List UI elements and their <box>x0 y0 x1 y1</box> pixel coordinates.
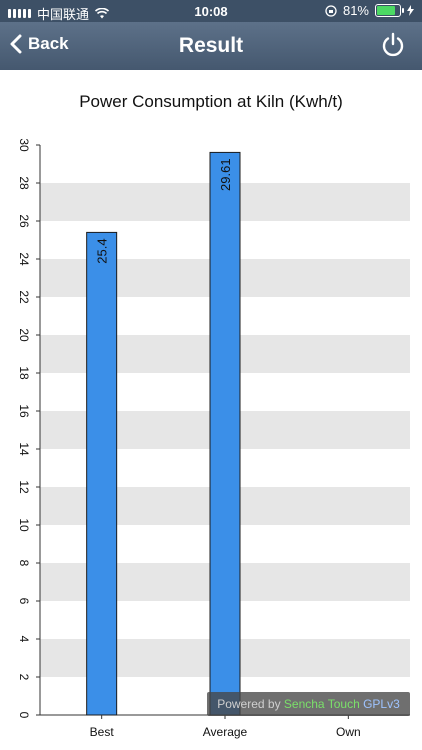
bar-data-label: 25.4 <box>95 238 110 263</box>
y-tick-label: 24 <box>17 252 31 266</box>
y-tick-label: 26 <box>17 214 31 228</box>
y-tick-label: 20 <box>17 328 31 342</box>
bar-chart: 02468101214161820222426283025.4Best29.61… <box>17 138 410 739</box>
bar-data-label: 29.61 <box>218 158 233 191</box>
powered-brand: Sencha Touch <box>283 697 360 711</box>
x-tick-label: Own <box>336 725 361 739</box>
y-tick-label: 30 <box>17 138 31 152</box>
y-tick-label: 2 <box>17 674 31 681</box>
powered-by-badge[interactable]: Powered by Sencha Touch GPLv3 <box>207 692 410 716</box>
x-tick-label: Average <box>203 725 248 739</box>
powered-license: GPLv3 <box>363 697 400 711</box>
bar-best <box>86 231 118 716</box>
y-tick-label: 6 <box>17 598 31 605</box>
y-tick-label: 4 <box>17 636 31 643</box>
y-tick-label: 10 <box>17 518 31 532</box>
powered-prefix: Powered by <box>217 697 284 711</box>
y-tick-label: 0 <box>17 712 31 719</box>
y-tick-label: 22 <box>17 290 31 304</box>
bar-average <box>209 151 241 716</box>
y-tick-label: 14 <box>17 442 31 456</box>
y-tick-label: 28 <box>17 176 31 190</box>
y-tick-label: 18 <box>17 366 31 380</box>
x-tick-label: Best <box>90 725 115 739</box>
y-tick-label: 16 <box>17 404 31 418</box>
y-tick-label: 12 <box>17 480 31 494</box>
y-tick-label: 8 <box>17 560 31 567</box>
